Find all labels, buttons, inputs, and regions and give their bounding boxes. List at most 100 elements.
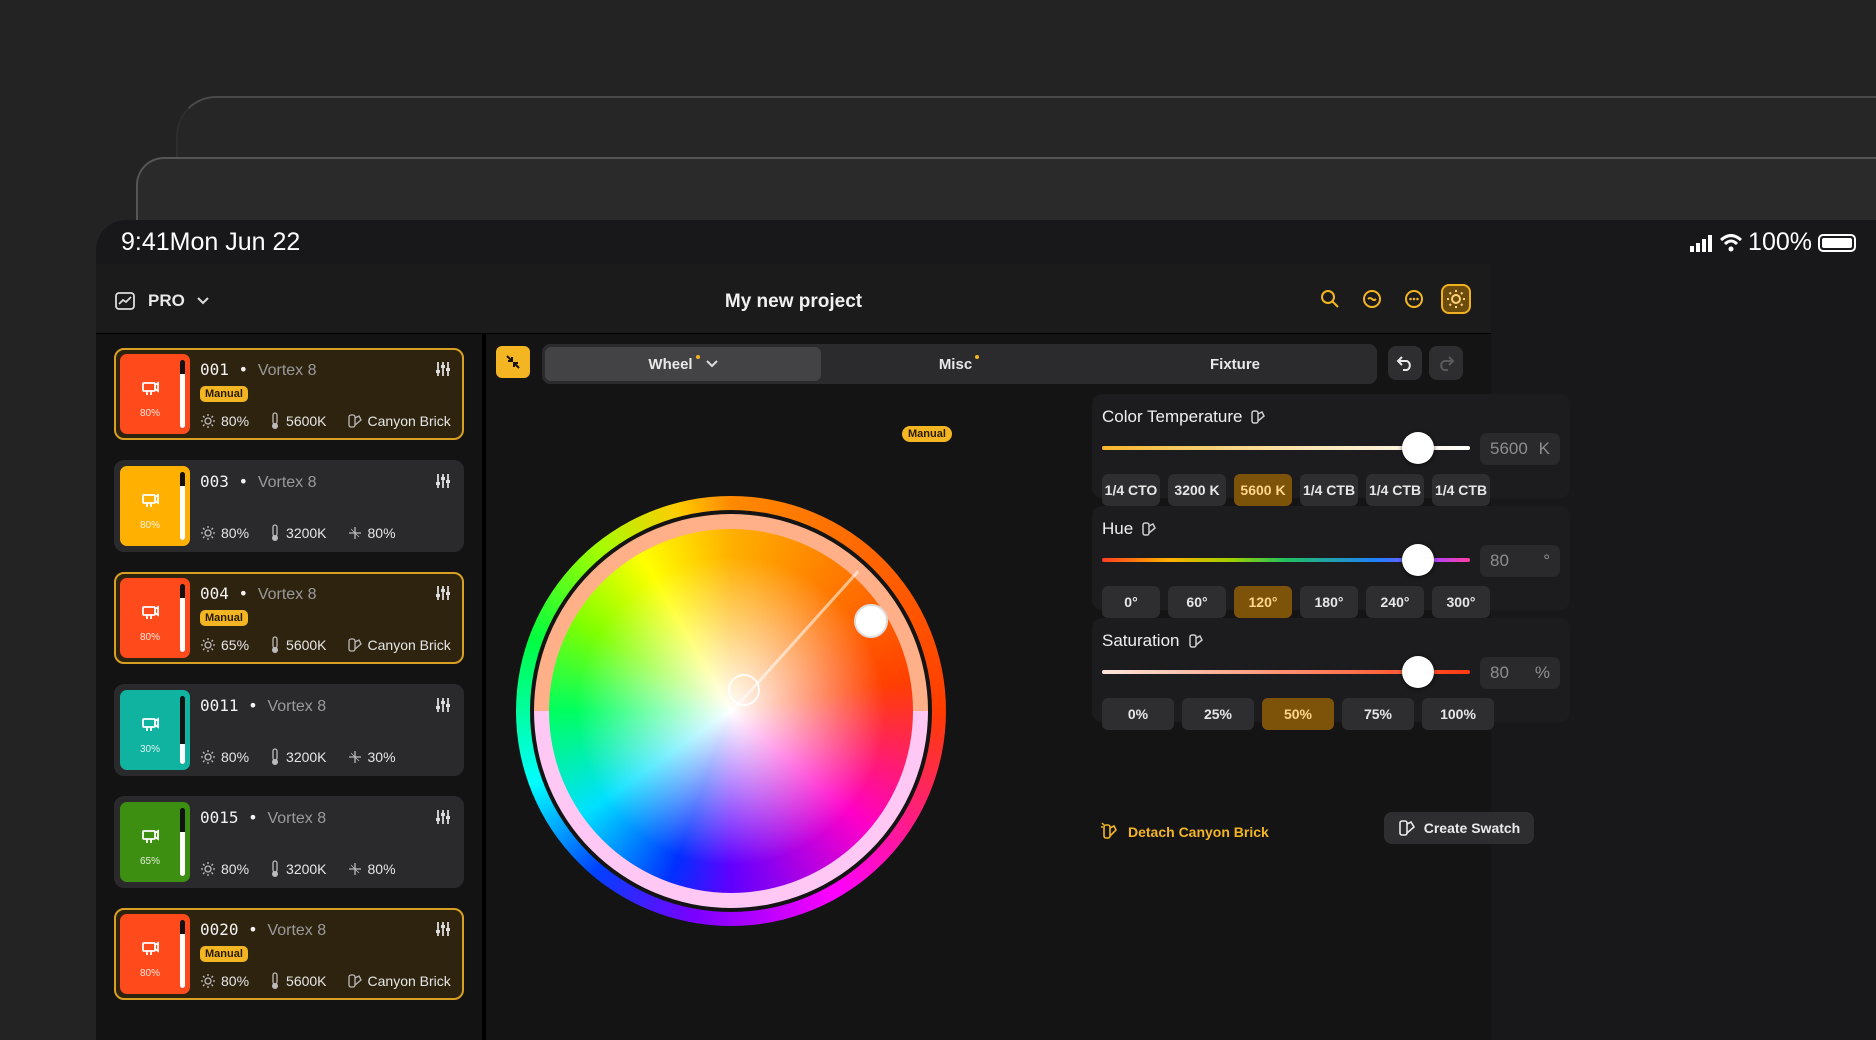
detach-swatch-button[interactable]: Detach Canyon Brick — [1100, 822, 1269, 842]
undo-icon — [1396, 356, 1411, 371]
fixture-title: 0015 • Vortex 8 — [200, 808, 327, 827]
swatch-icon — [347, 638, 362, 652]
redo-button[interactable] — [1429, 346, 1463, 380]
saturation-preset-button[interactable]: 100% — [1422, 698, 1494, 730]
hue-preset-button[interactable]: 0° — [1102, 586, 1160, 618]
fixture-settings-button[interactable] — [434, 584, 452, 607]
saturation-preset-button[interactable]: 0% — [1102, 698, 1174, 730]
fixture-level-bar[interactable] — [180, 920, 185, 988]
swatch-icon — [1251, 410, 1266, 424]
tab-misc-label: Misc — [938, 355, 973, 373]
hue-preset-button[interactable]: 120° — [1234, 586, 1292, 618]
color-temperature-preset-button[interactable]: 1/4 CTB — [1300, 474, 1358, 506]
saturation-value-field[interactable]: 80% — [1480, 657, 1560, 689]
color-temperature-value-field[interactable]: 5600 K — [1480, 433, 1560, 465]
spotlight-icon — [142, 717, 159, 731]
hue-value-field[interactable]: 80 ° — [1480, 545, 1560, 577]
fixture-level-bar[interactable] — [180, 584, 185, 652]
hue-thumb[interactable] — [1402, 544, 1435, 576]
fixture-card[interactable]: 65% 0015 • Vortex 8 80% 3200K 80% — [114, 796, 464, 888]
blackout-button[interactable] — [1357, 284, 1387, 314]
saturation-thumb[interactable] — [1402, 656, 1435, 688]
more-button[interactable] — [1399, 284, 1429, 314]
fixture-card[interactable]: 80% 004 • Vortex 8 Manual 65% 5600K Cany… — [114, 572, 464, 664]
fixture-card[interactable]: 80% 001 • Vortex 8 Manual 80% 5600K Cany… — [114, 348, 464, 440]
tab-misc[interactable]: Misc — [821, 347, 1097, 381]
fixture-level-bar[interactable] — [180, 808, 185, 876]
hue-preset-button[interactable]: 300° — [1432, 586, 1490, 618]
hue-preset-button[interactable]: 240° — [1366, 586, 1424, 618]
fixture-color-swatch[interactable]: 80% — [120, 914, 190, 994]
create-swatch-label: Create Swatch — [1423, 820, 1521, 836]
tab-misc-dot — [975, 355, 980, 359]
fixture-level-bar[interactable] — [180, 696, 185, 764]
hue-panel: Hue 80 ° 0° 60° 120° 180° 240° 300° — [1092, 506, 1570, 618]
fixture-settings-button[interactable] — [434, 472, 452, 495]
wheel-manual-badge: Manual — [902, 426, 952, 442]
fixture-color-swatch[interactable]: 80% — [120, 578, 190, 658]
fixture-stats: 80% 3200K 30% — [200, 748, 396, 766]
saturation-preset-button[interactable]: 25% — [1182, 698, 1254, 730]
tab-wheel[interactable]: Wheel — [545, 347, 821, 381]
saturation-preset-button[interactable]: 75% — [1342, 698, 1414, 730]
color-temperature-title: Color Temperature — [1102, 407, 1266, 427]
wheel-center-marker[interactable] — [728, 674, 760, 706]
fixture-color-swatch[interactable]: 30% — [120, 690, 190, 770]
fixture-level-fill — [180, 373, 185, 428]
search-button[interactable] — [1315, 284, 1345, 314]
fixture-level-bar[interactable] — [180, 360, 185, 428]
fixture-color-swatch[interactable]: 65% — [120, 802, 190, 882]
fixture-number: 0011 — [200, 696, 239, 715]
fixture-color-swatch[interactable]: 80% — [120, 466, 190, 546]
manual-badge: Manual — [200, 610, 248, 626]
detach-label: Detach Canyon Brick — [1128, 824, 1269, 840]
chevron-down-icon — [705, 360, 718, 368]
fixture-settings-button[interactable] — [434, 360, 452, 383]
fixture-settings-button[interactable] — [434, 696, 452, 719]
hue-preset-button[interactable]: 60° — [1168, 586, 1226, 618]
fixture-settings-button[interactable] — [434, 808, 452, 831]
tab-wheel-label: Wheel — [648, 355, 693, 373]
undo-button[interactable] — [1388, 346, 1422, 380]
create-swatch-button[interactable]: Create Swatch — [1384, 812, 1534, 844]
saturation-panel: Saturation 80% 0% 25% 50% 75% 100% — [1092, 618, 1570, 730]
color-temperature-preset-button[interactable]: 1/4 CTB — [1366, 474, 1424, 506]
fixture-model: Vortex 8 — [257, 474, 317, 491]
collapse-button[interactable] — [496, 346, 530, 378]
fixture-stats: 80% 3200K 80% — [200, 860, 396, 878]
color-temperature-preset-button[interactable]: 1/4 CTB — [1432, 474, 1490, 506]
thermometer-icon — [272, 524, 279, 541]
color-temperature-thumb[interactable] — [1402, 432, 1435, 464]
spotlight-icon — [142, 829, 159, 843]
fixture-level-fill — [180, 485, 185, 540]
spotlight-icon — [142, 381, 159, 395]
brightness-icon — [201, 750, 215, 764]
fixture-card[interactable]: 80% 003 • Vortex 8 80% 3200K 80% — [114, 460, 464, 552]
brightness-settings-button[interactable] — [1441, 284, 1471, 314]
fixture-level-label: 80% — [139, 520, 160, 531]
saturation-preset-button[interactable]: 50% — [1262, 698, 1334, 730]
color-wheel[interactable] — [516, 496, 946, 926]
toolbar-icons — [1315, 284, 1471, 314]
fixture-level-label: 80% — [139, 632, 160, 643]
fixture-level-fill — [180, 743, 185, 764]
color-temperature-presets: 1/4 CTO 3200 K 5600 K 1/4 CTB 1/4 CTB 1/4 CTB — [1102, 474, 1490, 506]
hue-preset-button[interactable]: 180° — [1300, 586, 1358, 618]
fixture-level-bar[interactable] — [180, 472, 185, 540]
color-temperature-preset-button[interactable]: 3200 K — [1168, 474, 1226, 506]
fixture-card[interactable]: 30% 0011 • Vortex 8 80% 3200K 30% — [114, 684, 464, 776]
brightness-icon — [201, 414, 215, 428]
color-temperature-preset-button[interactable]: 5600 K — [1234, 474, 1292, 506]
fixture-color-swatch[interactable]: 80% — [120, 354, 190, 434]
wheel-handle[interactable] — [854, 604, 888, 638]
color-temperature-preset-button[interactable]: 1/4 CTO — [1102, 474, 1160, 506]
fixture-settings-button[interactable] — [434, 920, 452, 943]
fixture-card[interactable]: 80% 0020 • Vortex 8 Manual 80% 5600K Can… — [114, 908, 464, 1000]
fixture-extra: 80% — [367, 525, 396, 541]
tab-fixture[interactable]: Fixture — [1097, 347, 1373, 381]
fixture-cct: 3200K — [286, 861, 327, 877]
fixture-level-label: 30% — [139, 744, 160, 755]
swatch-icon — [1188, 634, 1203, 648]
fixture-intensity: 65% — [221, 637, 250, 653]
cellular-signal-icon — [1690, 234, 1713, 252]
